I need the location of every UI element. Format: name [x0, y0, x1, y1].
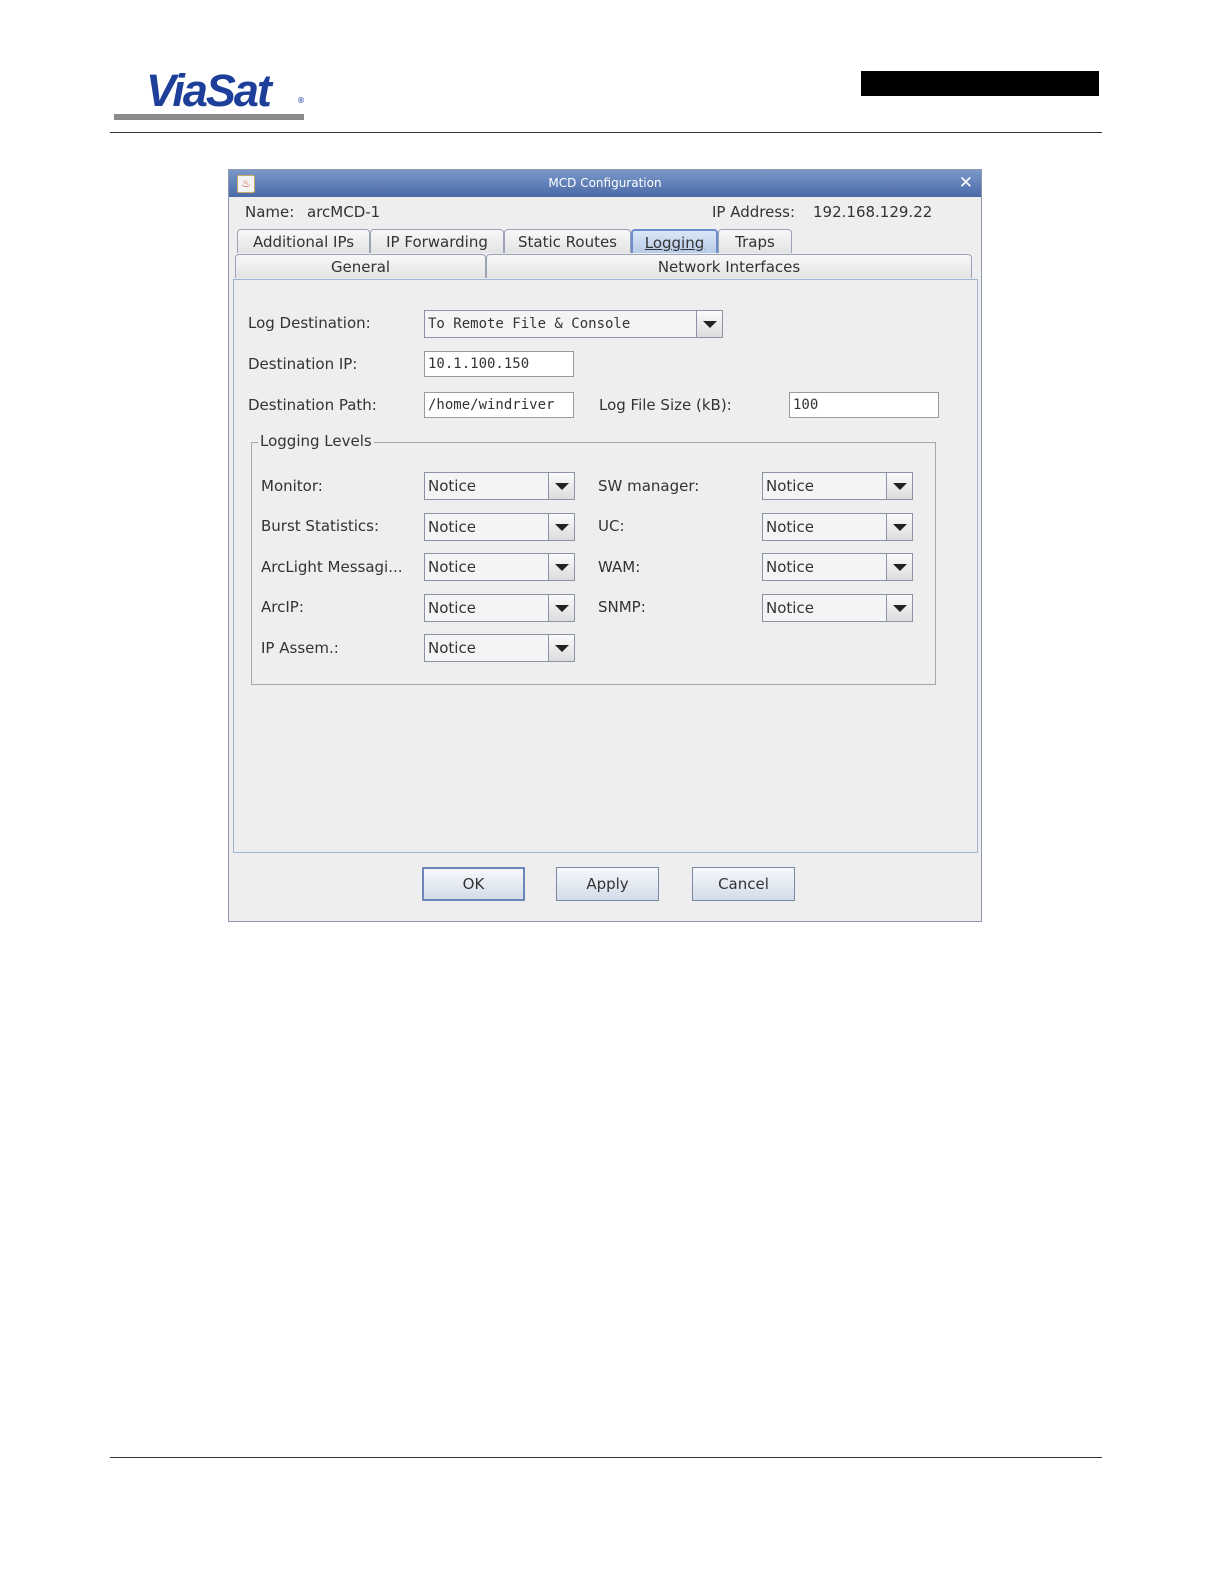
name-label: Name: — [245, 203, 295, 221]
redacted-header-block — [861, 71, 1099, 96]
destination-path-field[interactable]: /home/windriver — [424, 392, 574, 418]
chevron-down-icon[interactable] — [548, 595, 574, 621]
chevron-down-icon[interactable] — [548, 554, 574, 580]
log-destination-label: Log Destination: — [248, 314, 371, 332]
monitor-level-value: Notice — [428, 477, 476, 495]
log-destination-select[interactable]: To Remote File & Console — [424, 310, 723, 338]
tab-logging[interactable]: Logging — [631, 229, 718, 253]
viasat-logo: ViaSat ® — [112, 62, 305, 124]
footer-rule — [110, 1457, 1102, 1458]
arclight-messaging-level-select[interactable]: Notice — [424, 553, 575, 581]
burst-statistics-label: Burst Statistics: — [261, 517, 380, 535]
sw-manager-label: SW manager: — [598, 477, 700, 495]
sw-manager-level-select[interactable]: Notice — [762, 472, 913, 500]
log-destination-value: To Remote File & Console — [428, 316, 631, 332]
chevron-down-icon[interactable] — [696, 311, 722, 337]
ok-button[interactable]: OK — [422, 867, 525, 901]
arcip-level-select[interactable]: Notice — [424, 594, 575, 622]
arcip-level-value: Notice — [428, 599, 476, 617]
title-bar[interactable]: ♨ MCD Configuration ✕ — [229, 170, 981, 197]
wam-level-value: Notice — [766, 558, 814, 576]
logo-underline — [114, 114, 304, 120]
wam-level-select[interactable]: Notice — [762, 553, 913, 581]
tab-network-interfaces[interactable]: Network Interfaces — [486, 254, 972, 278]
burst-statistics-level-value: Notice — [428, 518, 476, 536]
mcd-configuration-dialog: ♨ MCD Configuration ✕ Name: arcMCD-1 IP … — [228, 169, 982, 922]
snmp-label: SNMP: — [598, 598, 646, 616]
chevron-down-icon[interactable] — [548, 473, 574, 499]
logging-levels-title: Logging Levels — [258, 432, 374, 450]
close-icon[interactable]: ✕ — [959, 173, 973, 193]
registered-mark: ® — [297, 96, 305, 105]
cancel-button[interactable]: Cancel — [692, 867, 795, 901]
chevron-down-icon[interactable] — [548, 635, 574, 661]
uc-level-select[interactable]: Notice — [762, 513, 913, 541]
tab-additional-ips[interactable]: Additional IPs — [237, 229, 370, 253]
ip-address-label: IP Address: — [712, 203, 796, 221]
tab-ip-forwarding[interactable]: IP Forwarding — [370, 229, 504, 253]
arclight-messaging-label: ArcLight Messagi... — [261, 558, 403, 576]
name-value: arcMCD-1 — [307, 203, 381, 221]
chevron-down-icon[interactable] — [886, 473, 912, 499]
ip-assem-level-select[interactable]: Notice — [424, 634, 575, 662]
snmp-level-value: Notice — [766, 599, 814, 617]
destination-path-label: Destination Path: — [248, 396, 377, 414]
chevron-down-icon[interactable] — [548, 514, 574, 540]
wam-label: WAM: — [598, 558, 641, 576]
uc-label: UC: — [598, 517, 625, 535]
log-file-size-label: Log File Size (kB): — [599, 396, 732, 414]
dialog-title: MCD Configuration — [548, 176, 662, 190]
destination-ip-field[interactable]: 10.1.100.150 — [424, 351, 574, 377]
tab-general[interactable]: General — [235, 254, 486, 278]
chevron-down-icon[interactable] — [886, 514, 912, 540]
tab-logging-label: Logging — [644, 234, 705, 252]
arcip-label: ArcIP: — [261, 598, 304, 616]
header-rule — [110, 132, 1102, 133]
uc-level-value: Notice — [766, 518, 814, 536]
ip-assem-label: IP Assem.: — [261, 639, 339, 657]
snmp-level-select[interactable]: Notice — [762, 594, 913, 622]
apply-button[interactable]: Apply — [556, 867, 659, 901]
logo-text: ViaSat — [146, 65, 272, 116]
burst-statistics-level-select[interactable]: Notice — [424, 513, 575, 541]
log-file-size-field[interactable]: 100 — [789, 392, 939, 418]
sw-manager-level-value: Notice — [766, 477, 814, 495]
monitor-level-select[interactable]: Notice — [424, 472, 575, 500]
chevron-down-icon[interactable] — [886, 554, 912, 580]
tab-static-routes[interactable]: Static Routes — [504, 229, 631, 253]
destination-ip-label: Destination IP: — [248, 355, 358, 373]
arclight-messaging-level-value: Notice — [428, 558, 476, 576]
ip-address-value: 192.168.129.22 — [813, 203, 933, 221]
chevron-down-icon[interactable] — [886, 595, 912, 621]
ip-assem-level-value: Notice — [428, 639, 476, 657]
tab-traps[interactable]: Traps — [718, 229, 792, 253]
monitor-label: Monitor: — [261, 477, 323, 495]
